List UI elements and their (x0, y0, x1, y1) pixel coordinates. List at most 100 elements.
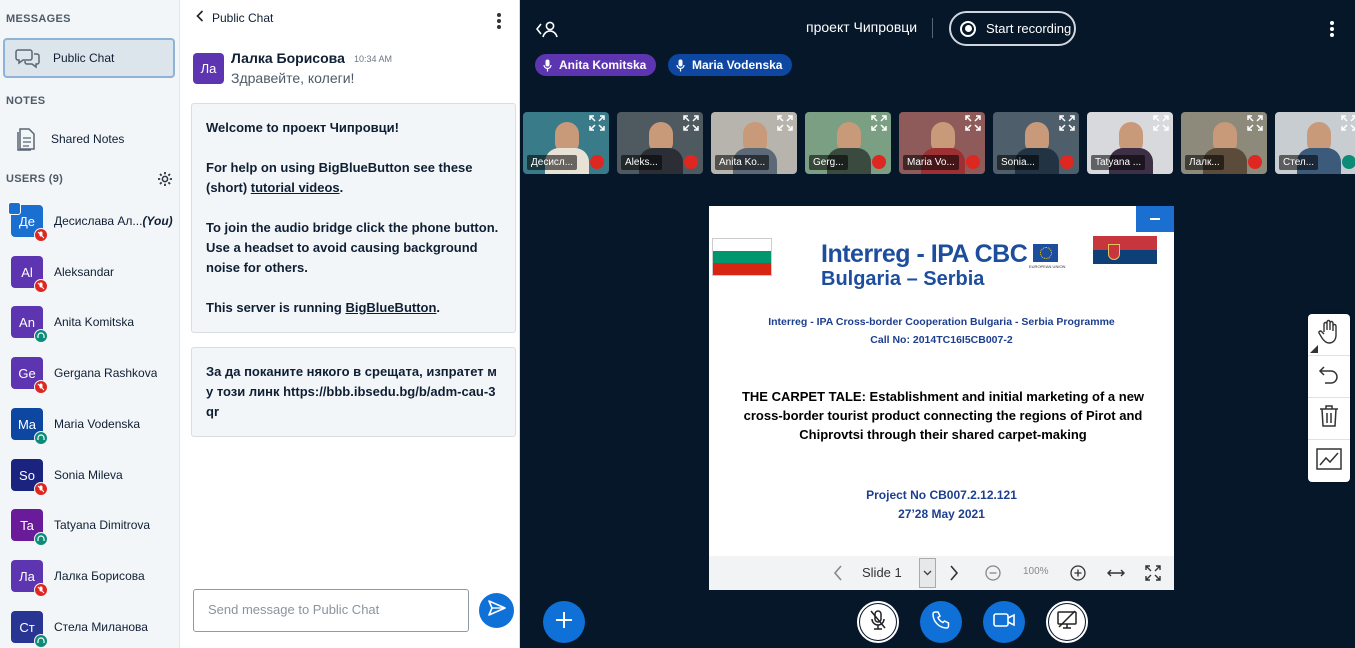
fullscreen-icon[interactable] (1145, 565, 1161, 584)
user-item[interactable]: Ta Tatyana Dimitrova (11, 508, 179, 546)
chat-options-icon[interactable] (497, 13, 501, 31)
chat-message-input[interactable]: Send message to Public Chat (193, 589, 469, 632)
talking-indicator[interactable]: Anita Komitska (535, 54, 657, 76)
welcome-prefix: Welcome to (206, 120, 283, 135)
chat-header[interactable]: Public Chat (196, 10, 273, 25)
video-tile[interactable]: Стел... (1275, 112, 1355, 174)
share-screen-button[interactable] (1046, 601, 1088, 643)
avatar-initials: Ma (17, 416, 37, 432)
message-text: Здравейте, колеги! (231, 70, 355, 86)
user-name-text: Стела Миланова (54, 620, 148, 634)
chat-panel: Public Chat Ла Лалка Борисова 10:34 AM З… (180, 0, 520, 648)
user-item[interactable]: Ла Лалка Борисова (11, 559, 179, 597)
video-tile[interactable]: Sonia... (993, 112, 1079, 174)
user-name: Стела Миланова (54, 620, 148, 634)
presentation-toolbar: Slide 1 100% (709, 556, 1174, 590)
video-tile[interactable]: Aleks... (617, 112, 703, 174)
zoom-in-icon[interactable] (1070, 565, 1086, 584)
send-button[interactable] (479, 593, 514, 628)
fullscreen-icon[interactable] (1341, 115, 1355, 131)
avatar: Ge (11, 357, 48, 394)
video-tile[interactable]: Anita Ko... (711, 112, 797, 174)
user-item[interactable]: So Sonia Mileva (11, 458, 179, 496)
fullscreen-icon[interactable] (777, 115, 793, 131)
leave-audio-button[interactable] (920, 601, 962, 643)
talking-indicator[interactable]: Maria Vodenska (668, 54, 793, 76)
gear-icon[interactable] (157, 171, 173, 187)
user-item[interactable]: Ma Maria Vodenska (11, 407, 179, 445)
talker-name: Anita Komitska (559, 58, 647, 72)
record-label: Start recording (986, 21, 1072, 36)
start-recording-button[interactable]: Start recording (949, 11, 1076, 46)
video-user-name[interactable]: Десисл... (527, 155, 578, 170)
video-tile[interactable]: Десисл... (523, 112, 609, 174)
fullscreen-icon[interactable] (589, 115, 605, 131)
notes-section-title: NOTES (6, 95, 46, 107)
notes-icon (11, 124, 41, 154)
fullscreen-icon[interactable] (1059, 115, 1075, 131)
previous-slide-icon[interactable] (833, 565, 843, 584)
microphone-icon (543, 59, 552, 72)
plus-icon (554, 610, 574, 635)
fit-width-icon[interactable] (1107, 566, 1125, 583)
tutorial-link[interactable]: tutorial videos (251, 180, 340, 195)
video-user-name[interactable]: Anita Ko... (715, 155, 770, 170)
video-tile[interactable]: Лалк... (1181, 112, 1267, 174)
user-name-text: Gergana Rashkova (54, 366, 158, 380)
video-tile[interactable]: Gerg... (805, 112, 891, 174)
slide-selector[interactable]: Slide 1 (862, 565, 902, 580)
video-user-name[interactable]: Maria Vo... (903, 155, 959, 170)
chevron-left-icon[interactable] (196, 10, 204, 25)
bigbluebutton-link[interactable]: BigBlueButton (345, 300, 436, 315)
clear-annotations-button[interactable] (1308, 398, 1350, 440)
chevron-down-icon[interactable] (919, 558, 936, 588)
fullscreen-icon[interactable] (683, 115, 699, 131)
hand-icon (1317, 319, 1341, 350)
avatar-initials: Ла (19, 568, 35, 584)
user-item[interactable]: Ст Стела Миланова (11, 610, 179, 648)
undo-button[interactable] (1308, 356, 1350, 398)
video-tile[interactable]: Tatyana ... (1087, 112, 1173, 174)
video-tile[interactable]: Maria Vo... (899, 112, 985, 174)
headphones-icon (34, 329, 48, 343)
mute-button[interactable] (857, 601, 899, 643)
options-menu-icon[interactable] (1330, 21, 1334, 39)
video-user-name[interactable]: Стел... (1279, 155, 1319, 170)
fullscreen-icon[interactable] (871, 115, 887, 131)
user-name: Sonia Mileva (54, 468, 123, 482)
user-item[interactable]: Де Десислава Ал...(You) (8, 202, 179, 242)
fullscreen-icon[interactable] (1153, 115, 1169, 131)
muted-microphone-icon (1060, 155, 1074, 169)
user-item[interactable]: An Anita Komitska (11, 305, 179, 343)
video-user-name[interactable]: Aleks... (621, 155, 662, 170)
shared-notes-item[interactable]: Shared Notes (3, 119, 175, 159)
user-name: Лалка Борисова (54, 569, 145, 583)
video-user-name[interactable]: Gerg... (809, 155, 848, 170)
video-user-name[interactable]: Лалк... (1185, 155, 1224, 170)
fullscreen-icon[interactable] (965, 115, 981, 131)
multi-user-whiteboard-button[interactable] (1308, 440, 1350, 482)
minimize-presentation-button[interactable] (1136, 206, 1174, 232)
message-sender: Лалка Борисова (231, 50, 345, 66)
logo-line2: Bulgaria – Serbia (821, 268, 985, 290)
avatar: Ma (11, 408, 48, 445)
actions-button[interactable] (543, 601, 585, 643)
project-number: Project No CB007.2.12.121 (866, 488, 1017, 502)
user-item[interactable]: Ge Gergana Rashkova (11, 356, 179, 394)
serbia-flag (1093, 236, 1157, 278)
user-item[interactable]: Al Aleksandar (11, 255, 179, 293)
toggle-userlist-icon[interactable] (535, 19, 558, 44)
headphones-icon (34, 634, 48, 648)
fullscreen-icon[interactable] (1247, 115, 1263, 131)
headphones-icon (1342, 155, 1355, 169)
public-chat-item[interactable]: Public Chat (3, 38, 175, 78)
avatar: Al (11, 256, 48, 293)
microphone-muted-icon (868, 609, 888, 636)
video-user-name[interactable]: Sonia... (997, 155, 1039, 170)
next-slide-icon[interactable] (949, 565, 959, 584)
zoom-out-icon[interactable] (985, 565, 1001, 584)
video-user-name[interactable]: Tatyana ... (1091, 155, 1146, 170)
muted-microphone-icon (34, 380, 48, 394)
share-webcam-button[interactable] (983, 601, 1025, 643)
screen-share-off-icon (1056, 609, 1078, 635)
